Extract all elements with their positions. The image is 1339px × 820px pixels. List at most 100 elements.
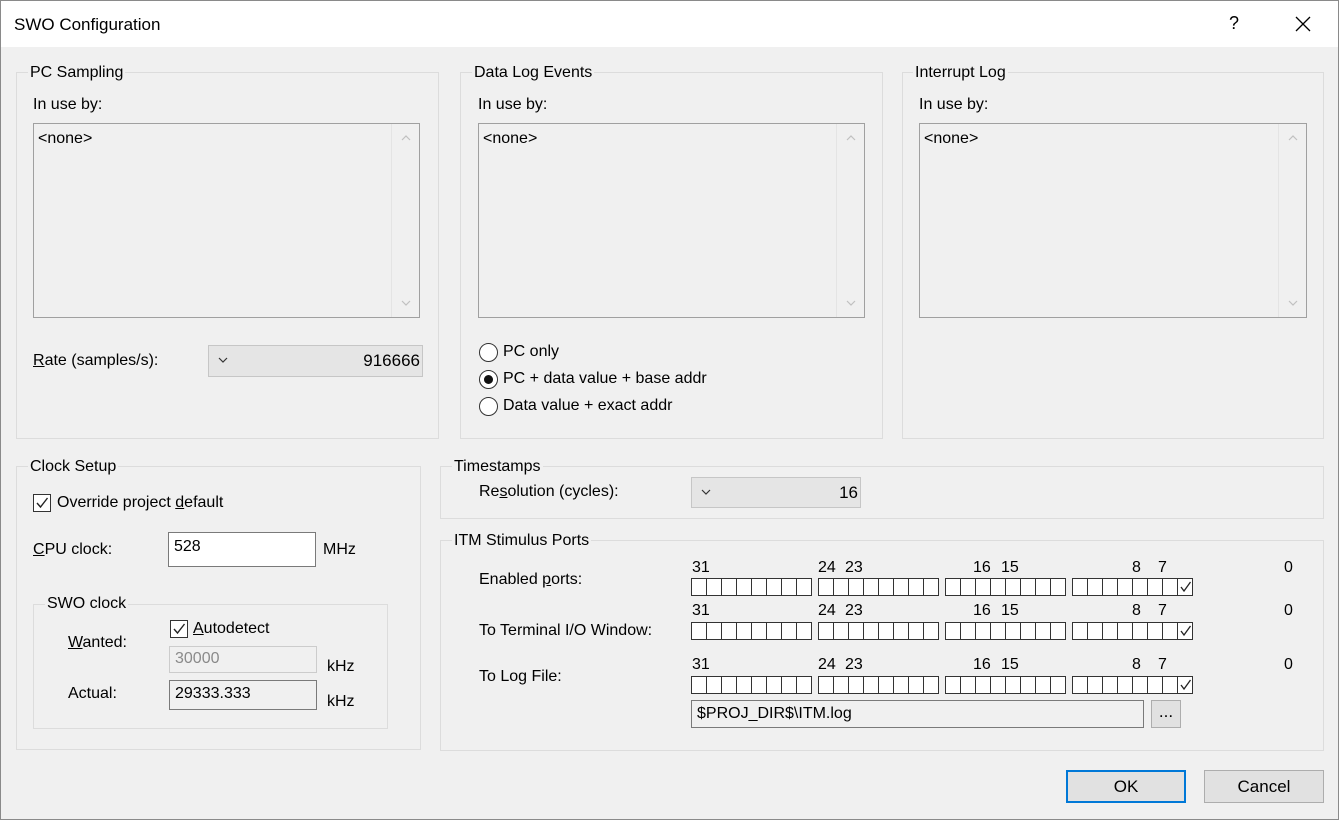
- scrollbar[interactable]: [1278, 124, 1306, 317]
- port-bit-checkbox-23[interactable]: [818, 622, 834, 640]
- scroll-down-icon[interactable]: [400, 299, 412, 307]
- port-bit-checkbox-30[interactable]: [706, 578, 722, 596]
- port-bit-checkbox-31[interactable]: [691, 578, 707, 596]
- port-bit-checkbox-6[interactable]: [1087, 622, 1103, 640]
- port-bit-checkbox-28[interactable]: [736, 622, 752, 640]
- ok-button[interactable]: OK: [1066, 770, 1186, 803]
- port-bit-checkbox-29[interactable]: [721, 578, 737, 596]
- port-bit-checkbox-4[interactable]: [1117, 578, 1133, 596]
- radio-data-exact[interactable]: [479, 397, 498, 416]
- port-bit-checkbox-13[interactable]: [975, 676, 991, 694]
- port-bit-checkbox-12[interactable]: [990, 578, 1006, 596]
- port-bit-checkbox-6[interactable]: [1087, 578, 1103, 596]
- interrupt-log-list[interactable]: <none>: [919, 123, 1307, 318]
- port-bit-checkbox-23[interactable]: [818, 676, 834, 694]
- port-bit-checkbox-4[interactable]: [1117, 676, 1133, 694]
- cpu-clock-input[interactable]: 528: [168, 532, 316, 567]
- port-bit-checkbox-16[interactable]: [923, 676, 939, 694]
- port-bit-checkbox-22[interactable]: [833, 676, 849, 694]
- port-bit-checkbox-8[interactable]: [1050, 676, 1066, 694]
- close-button[interactable]: [1287, 11, 1319, 39]
- port-bit-checkbox-2[interactable]: [1147, 622, 1163, 640]
- log-file-path-input[interactable]: $PROJ_DIR$\ITM.log: [691, 700, 1144, 728]
- resolution-combo[interactable]: 16: [691, 477, 861, 508]
- port-bit-checkbox-10[interactable]: [1020, 578, 1036, 596]
- port-bit-checkbox-20[interactable]: [863, 578, 879, 596]
- port-bit-checkbox-7[interactable]: [1072, 578, 1088, 596]
- port-bit-checkbox-27[interactable]: [751, 676, 767, 694]
- port-bit-checkbox-24[interactable]: [796, 578, 812, 596]
- port-bit-checkbox-31[interactable]: [691, 622, 707, 640]
- port-bit-checkbox-18[interactable]: [893, 622, 909, 640]
- port-bit-checkbox-25[interactable]: [781, 676, 797, 694]
- radio-pc-only-label[interactable]: PC only: [503, 343, 559, 361]
- port-bit-checkbox-26[interactable]: [766, 676, 782, 694]
- port-bit-checkbox-9[interactable]: [1035, 676, 1051, 694]
- port-bit-checkbox-5[interactable]: [1102, 622, 1118, 640]
- rate-combo[interactable]: 916666: [208, 345, 423, 377]
- port-bit-checkbox-11[interactable]: [1005, 676, 1021, 694]
- port-bit-checkbox-13[interactable]: [975, 622, 991, 640]
- scroll-up-icon[interactable]: [400, 134, 412, 142]
- radio-pc-data-base-label[interactable]: PC + data value + base addr: [503, 370, 707, 388]
- port-bit-checkbox-14[interactable]: [960, 622, 976, 640]
- port-bit-checkbox-19[interactable]: [878, 622, 894, 640]
- cancel-button[interactable]: Cancel: [1204, 770, 1324, 803]
- port-bit-checkbox-12[interactable]: [990, 622, 1006, 640]
- port-bit-checkbox-29[interactable]: [721, 676, 737, 694]
- port-bit-checkbox-19[interactable]: [878, 578, 894, 596]
- port-bit-checkbox-12[interactable]: [990, 676, 1006, 694]
- port-bit-checkbox-22[interactable]: [833, 622, 849, 640]
- radio-data-exact-label[interactable]: Data value + exact addr: [503, 397, 672, 415]
- port-bit-checkbox-15[interactable]: [945, 578, 961, 596]
- port-bit-checkbox-13[interactable]: [975, 578, 991, 596]
- port-bit-checkbox-18[interactable]: [893, 676, 909, 694]
- port-bit-checkbox-10[interactable]: [1020, 676, 1036, 694]
- port-bit-checkbox-28[interactable]: [736, 676, 752, 694]
- port-bit-checkbox-2[interactable]: [1147, 578, 1163, 596]
- port-bit-checkbox-22[interactable]: [833, 578, 849, 596]
- port-bit-checkbox-30[interactable]: [706, 676, 722, 694]
- scroll-down-icon[interactable]: [1287, 299, 1299, 307]
- port-bit-checkbox-3[interactable]: [1132, 676, 1148, 694]
- port-bit-checkbox-3[interactable]: [1132, 622, 1148, 640]
- autodetect-label[interactable]: Autodetect: [193, 620, 270, 638]
- port-bit-checkbox-3[interactable]: [1132, 578, 1148, 596]
- port-bit-checkbox-24[interactable]: [796, 622, 812, 640]
- port-bit-checkbox-15[interactable]: [945, 676, 961, 694]
- port-bit-checkbox-1[interactable]: [1162, 578, 1178, 596]
- port-bit-checkbox-23[interactable]: [818, 578, 834, 596]
- pc-sampling-list[interactable]: <none>: [33, 123, 420, 318]
- port-bit-checkbox-9[interactable]: [1035, 622, 1051, 640]
- port-bit-checkbox-21[interactable]: [848, 676, 864, 694]
- port-bit-checkbox-17[interactable]: [908, 578, 924, 596]
- port-bit-checkbox-16[interactable]: [923, 622, 939, 640]
- port-bit-checkbox-31[interactable]: [691, 676, 707, 694]
- radio-pc-data-base[interactable]: [479, 370, 498, 389]
- port-bit-checkbox-20[interactable]: [863, 676, 879, 694]
- override-default-checkbox[interactable]: [33, 494, 51, 512]
- port-bit-checkbox-24[interactable]: [796, 676, 812, 694]
- port-bit-checkbox-18[interactable]: [893, 578, 909, 596]
- data-log-list[interactable]: <none>: [478, 123, 865, 318]
- port-bit-checkbox-7[interactable]: [1072, 622, 1088, 640]
- port-bit-checkbox-15[interactable]: [945, 622, 961, 640]
- port-bit-checkbox-27[interactable]: [751, 622, 767, 640]
- port-bit-checkbox-17[interactable]: [908, 622, 924, 640]
- port-bit-checkbox-0[interactable]: [1177, 578, 1193, 596]
- port-bit-checkbox-21[interactable]: [848, 578, 864, 596]
- scroll-up-icon[interactable]: [1287, 134, 1299, 142]
- browse-button[interactable]: ...: [1151, 700, 1181, 728]
- port-bit-checkbox-1[interactable]: [1162, 676, 1178, 694]
- port-bit-checkbox-19[interactable]: [878, 676, 894, 694]
- port-bit-checkbox-5[interactable]: [1102, 676, 1118, 694]
- port-bit-checkbox-0[interactable]: [1177, 622, 1193, 640]
- port-bit-checkbox-14[interactable]: [960, 676, 976, 694]
- port-bit-checkbox-21[interactable]: [848, 622, 864, 640]
- port-bit-checkbox-11[interactable]: [1005, 622, 1021, 640]
- port-bit-checkbox-14[interactable]: [960, 578, 976, 596]
- port-bit-checkbox-7[interactable]: [1072, 676, 1088, 694]
- port-bit-checkbox-1[interactable]: [1162, 622, 1178, 640]
- port-bit-checkbox-9[interactable]: [1035, 578, 1051, 596]
- port-bit-checkbox-8[interactable]: [1050, 578, 1066, 596]
